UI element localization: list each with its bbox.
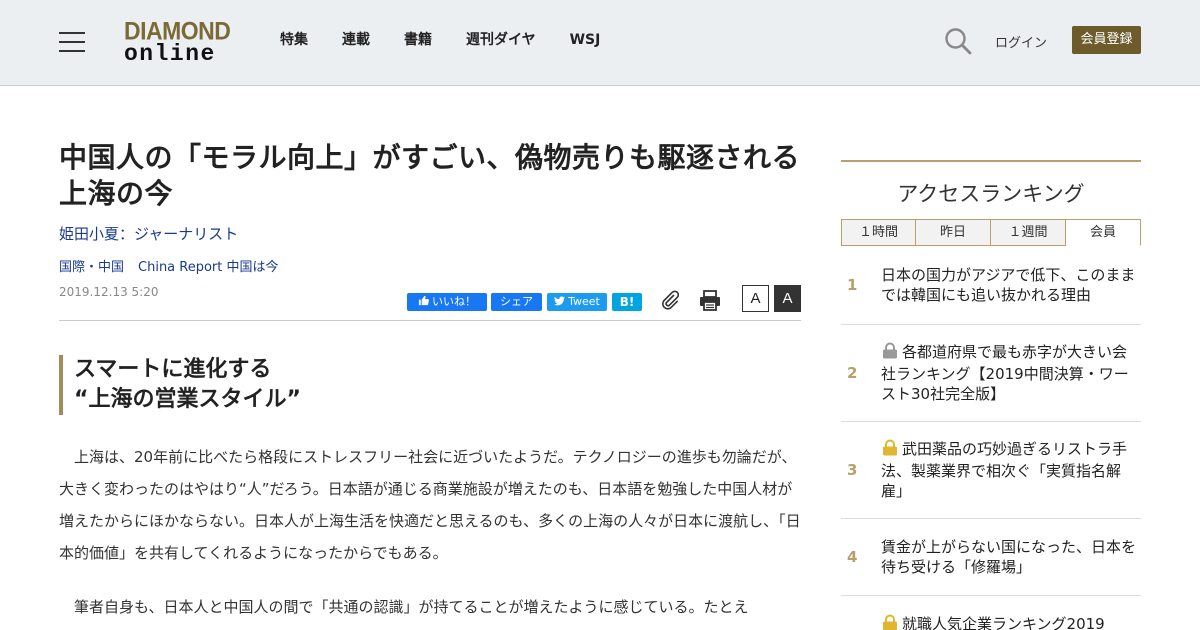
rank-title-text: 日本の国力がアジアで低下、このままでは韓国にも追い抜かれる理由 xyxy=(881,266,1136,304)
search-icon[interactable] xyxy=(944,27,972,55)
ranking-item[interactable]: 1 日本の国力がアジアで低下、このままでは韓国にも追い抜かれる理由 xyxy=(841,246,1141,325)
ranking-item[interactable]: 2 各都道府県で最も赤字が大きい会社ランキング【2019中間決算・ワースト30社… xyxy=(841,325,1141,422)
login-link[interactable]: ログイン xyxy=(995,32,1047,51)
tab-1-week[interactable]: １週間 xyxy=(991,219,1066,246)
article-author[interactable]: 姫田小夏：ジャーナリスト xyxy=(59,224,801,244)
tweet-label: Tweet xyxy=(568,295,600,308)
ranking-tabs: １時間 昨日 １週間 会員 xyxy=(841,219,1141,246)
tab-1-hour[interactable]: １時間 xyxy=(841,219,916,246)
print-icon[interactable] xyxy=(699,289,721,311)
nav-item-weekly-diamond[interactable]: 週刊ダイヤ xyxy=(466,31,536,49)
rank-number: 1 xyxy=(847,276,858,294)
twitter-bird-icon xyxy=(554,296,566,306)
thumbs-up-icon xyxy=(418,295,429,306)
ranking-title: アクセスランキング xyxy=(841,160,1141,219)
menu-icon[interactable] xyxy=(59,32,85,52)
rank-number: 4 xyxy=(847,548,858,566)
rank-title: 日本の国力がアジアで低下、このままでは韓国にも追い抜かれる理由 xyxy=(881,265,1141,305)
like-label: いいね！ xyxy=(432,295,476,308)
ranking-sidebar: アクセスランキング １時間 昨日 １週間 会員 1 日本の国力がアジアで低下、こ… xyxy=(841,160,1141,630)
rank-title: 就職人気企業ランキング2019 xyxy=(881,614,1141,630)
tab-members[interactable]: 会員 xyxy=(1066,219,1141,246)
rank-title-text: 各都道府県で最も赤字が大きい会社ランキング【2019中間決算・ワースト30社完全… xyxy=(881,343,1129,403)
article-meta: 2019.12.13 5:20 いいね！ シェア Tweet B! A A xyxy=(59,281,801,321)
subheading-line-2: “上海の営業スタイル” xyxy=(74,387,301,412)
ranking-item[interactable]: 5 就職人気企業ランキング2019 xyxy=(841,596,1141,630)
logo-top-text: DIAMOND xyxy=(124,16,231,45)
clip-icon[interactable] xyxy=(659,289,681,311)
lock-icon xyxy=(881,614,899,630)
section-subheading: スマートに進化する “上海の営業スタイル” xyxy=(59,355,801,415)
lock-icon xyxy=(881,439,899,461)
site-logo[interactable]: DIAMOND online xyxy=(124,16,231,67)
article-categories: 国際・中国 China Report 中国は今 xyxy=(59,259,801,277)
nav-item-series[interactable]: 連載 xyxy=(342,31,370,49)
rank-title: 各都道府県で最も赤字が大きい会社ランキング【2019中間決算・ワースト30社完全… xyxy=(881,342,1141,404)
site-header: DIAMOND online 特集 連載 書籍 週刊ダイヤ WSJ ログイン 会… xyxy=(0,0,1200,86)
rank-title-text: 武田薬品の巧妙過ぎるリストラ手法、製薬業界で相次ぐ「実質指名解雇」 xyxy=(881,440,1128,500)
rank-number: 2 xyxy=(847,364,858,382)
global-nav: 特集 連載 書籍 週刊ダイヤ WSJ xyxy=(280,31,634,49)
rank-title: 賃金が上がらない国になった、日本を待ち受ける「修羅場」 xyxy=(881,537,1141,577)
subheading-line-1: スマートに進化する xyxy=(74,357,272,382)
register-button[interactable]: 会員登録 xyxy=(1072,26,1141,54)
rank-title: 武田薬品の巧妙過ぎるリストラ手法、製薬業界で相次ぐ「実質指名解雇」 xyxy=(881,439,1141,501)
publish-date: 2019.12.13 5:20 xyxy=(59,285,159,299)
facebook-share-button[interactable]: シェア xyxy=(491,293,542,311)
facebook-like-button[interactable]: いいね！ xyxy=(407,293,487,311)
category-link-international[interactable]: 国際・中国 xyxy=(59,260,124,275)
article-paragraph: 筆者自身も、日本人と中国人の間で「共通の認識」が持てることが増えたように感じてい… xyxy=(74,598,749,616)
ranking-item[interactable]: 4 賃金が上がらない国になった、日本を待ち受ける「修羅場」 xyxy=(841,519,1141,596)
category-link-china-report[interactable]: China Report 中国は今 xyxy=(138,260,279,275)
font-size-large-button[interactable]: A xyxy=(774,285,801,312)
article-paragraph: 上海は、20年前に比べたら格段にストレスフリー社会に近づいたようだ。テクノロジー… xyxy=(59,448,801,562)
nav-item-feature[interactable]: 特集 xyxy=(280,31,308,49)
ranking-item[interactable]: 3 武田薬品の巧妙過ぎるリストラ手法、製薬業界で相次ぐ「実質指名解雇」 xyxy=(841,422,1141,519)
font-size-small-button[interactable]: A xyxy=(742,285,769,312)
tweet-button[interactable]: Tweet xyxy=(547,293,607,311)
hatena-bookmark-button[interactable]: B! xyxy=(612,293,642,311)
rank-title-text: 就職人気企業ランキング2019 xyxy=(902,615,1105,630)
tab-yesterday[interactable]: 昨日 xyxy=(916,219,991,246)
logo-bottom-text: online xyxy=(124,41,216,67)
article-title: 中国人の「モラル向上」がすごい、偽物売りも駆逐される上海の今 xyxy=(59,141,801,210)
article: 中国人の「モラル向上」がすごい、偽物売りも駆逐される上海の今 姫田小夏：ジャーナ… xyxy=(59,140,801,623)
rank-number: 3 xyxy=(847,461,858,479)
nav-item-books[interactable]: 書籍 xyxy=(404,31,432,49)
ranking-list: 1 日本の国力がアジアで低下、このままでは韓国にも追い抜かれる理由 2 各都道府… xyxy=(841,245,1141,630)
rank-title-text: 賃金が上がらない国になった、日本を待ち受ける「修羅場」 xyxy=(881,538,1137,576)
nav-item-wsj[interactable]: WSJ xyxy=(570,31,601,49)
lock-icon xyxy=(881,342,899,364)
